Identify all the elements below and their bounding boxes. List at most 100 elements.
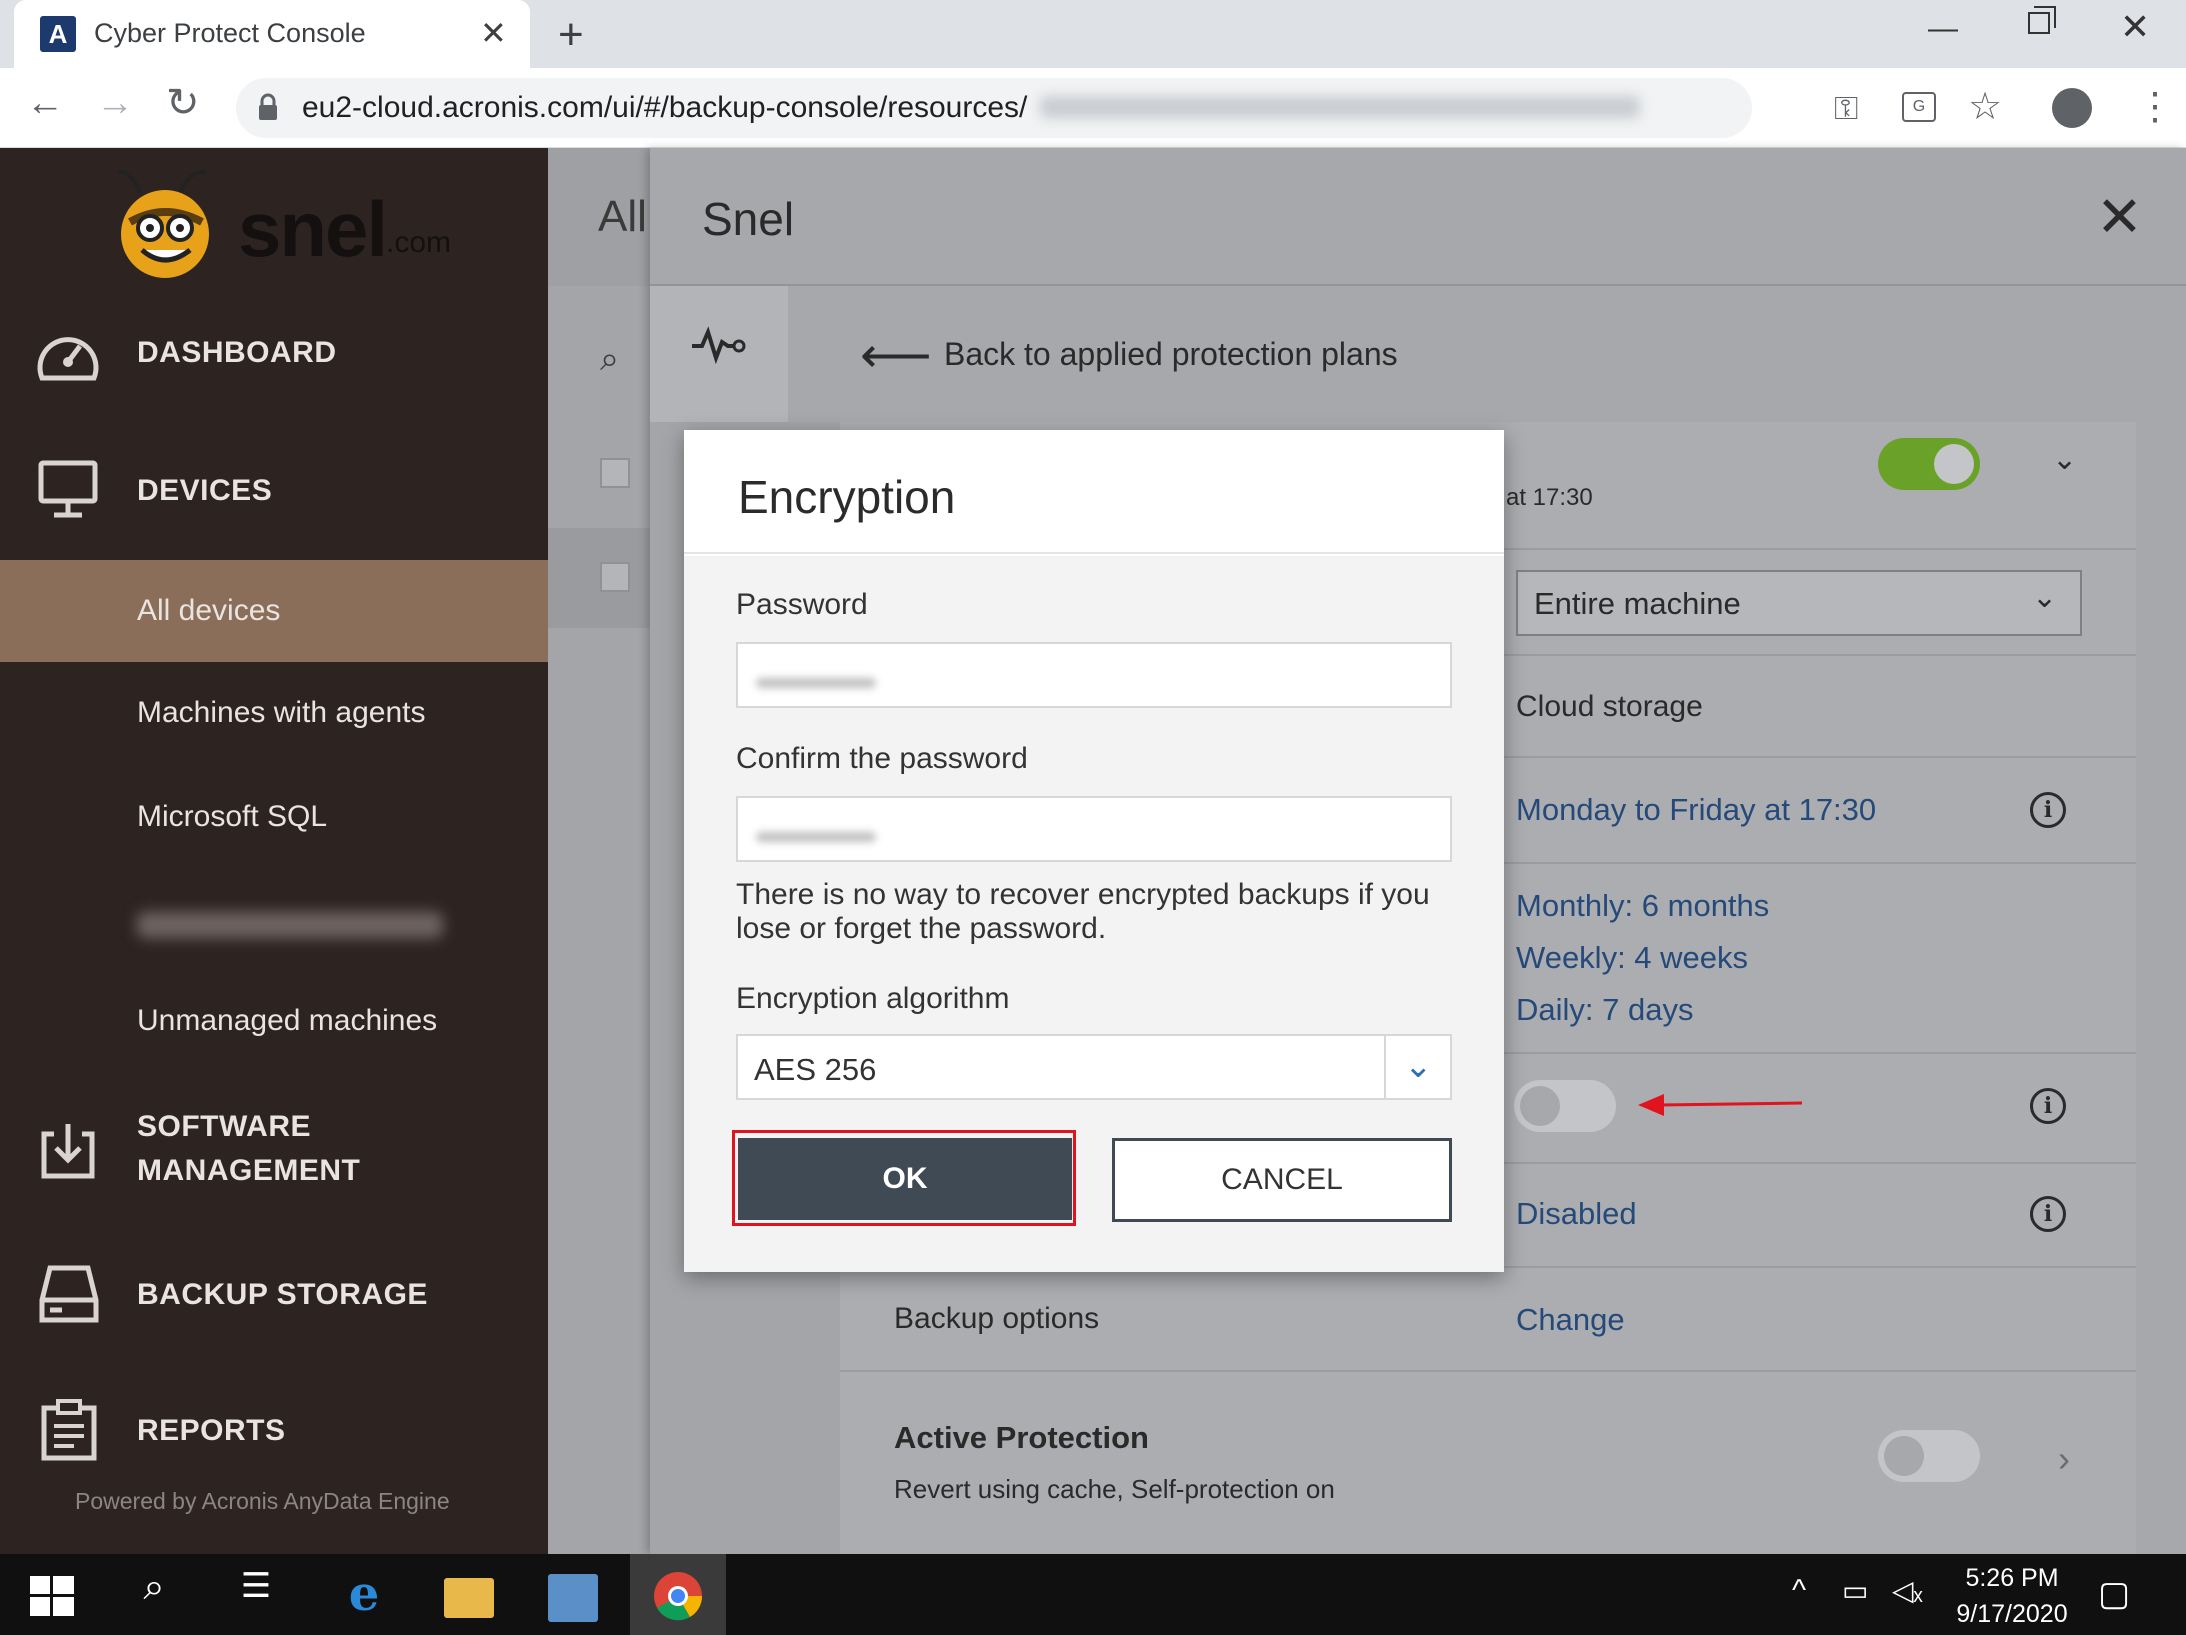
acronis-favicon-icon: A xyxy=(40,16,76,52)
file-explorer-icon[interactable] xyxy=(444,1578,494,1618)
device-list xyxy=(548,286,650,1554)
schedule-link[interactable]: Monday to Friday at 17:30 xyxy=(1516,792,1876,828)
sidebar-item-label: BACKUP STORAGE xyxy=(137,1278,428,1311)
backup-options-change-link[interactable]: Change xyxy=(1516,1302,1625,1338)
translate-icon[interactable]: G xyxy=(1902,92,1936,122)
chevron-down-icon[interactable]: ⌄ xyxy=(1404,1046,1433,1086)
clock-time[interactable]: 5:26 PM xyxy=(1962,1564,2062,1593)
info-icon[interactable]: i xyxy=(2030,792,2066,828)
sidebar-item-label: DEVICES xyxy=(137,474,273,507)
active-protection-description: Revert using cache, Self-protection on xyxy=(894,1474,1335,1504)
sidebar-item-unmanaged-machines[interactable]: Unmanaged machines xyxy=(137,1004,437,1038)
download-icon xyxy=(41,1124,95,1179)
row-checkbox[interactable] xyxy=(600,562,630,592)
tab-title: Cyber Protect Console xyxy=(94,18,366,48)
panel-title: Snel xyxy=(702,193,795,245)
plan-enabled-toggle[interactable] xyxy=(1878,438,1980,490)
password-masked-value xyxy=(756,832,876,842)
sidebar-item-machines-with-agents[interactable]: Machines with agents xyxy=(137,696,426,730)
windows-start-icon[interactable] xyxy=(30,1576,74,1616)
activity-pulse-icon xyxy=(692,326,746,364)
what-to-backup-value: Entire machine xyxy=(1534,586,1741,621)
retention-weekly-link[interactable]: Weekly: 4 weeks xyxy=(1516,940,1748,976)
cancel-button[interactable]: CANCEL xyxy=(1112,1138,1452,1222)
profile-avatar-icon[interactable] xyxy=(2052,88,2092,128)
lock-icon xyxy=(259,93,277,120)
table-row[interactable] xyxy=(548,528,650,628)
bee-logo-icon xyxy=(117,169,209,278)
password-warning-text: There is no way to recover encrypted bac… xyxy=(736,878,1430,945)
reload-icon[interactable]: ↻ xyxy=(166,80,200,126)
sidebar-item-redacted[interactable] xyxy=(137,912,443,938)
monitor-icon xyxy=(38,460,98,518)
password-field[interactable] xyxy=(736,642,1452,708)
toggle-knob xyxy=(1934,444,1974,484)
url-text[interactable]: eu2-cloud.acronis.com/ui/#/backup-consol… xyxy=(302,91,1027,125)
notifications-icon[interactable]: ▢ xyxy=(2098,1574,2130,1614)
info-icon[interactable]: i xyxy=(2030,1196,2066,1232)
clock-date[interactable]: 9/17/2020 xyxy=(1944,1600,2080,1629)
algorithm-value: AES 256 xyxy=(754,1052,877,1087)
back-arrow-icon[interactable]: ⟵ xyxy=(860,326,932,384)
server-manager-icon[interactable] xyxy=(548,1574,598,1622)
minimize-icon[interactable]: — xyxy=(1928,12,1958,46)
network-icon[interactable]: ▭ xyxy=(1842,1574,1868,1607)
algorithm-label: Encryption algorithm xyxy=(736,982,1010,1015)
search-icon[interactable]: ⌕ xyxy=(132,1566,176,1624)
drive-icon xyxy=(39,1265,99,1323)
password-masked-value xyxy=(756,678,876,688)
info-icon[interactable]: i xyxy=(2030,1088,2066,1124)
back-to-plans-link[interactable]: Back to applied protection plans xyxy=(944,336,1398,373)
active-protection-toggle[interactable] xyxy=(1878,1430,1980,1482)
speedometer-icon xyxy=(37,337,99,381)
chevron-down-icon[interactable]: ⌄ xyxy=(2052,442,2077,477)
report-icon xyxy=(41,1399,97,1461)
sidebar-item-label-line2: MANAGEMENT xyxy=(137,1154,361,1187)
annotation-arrow xyxy=(1638,1094,1803,1116)
active-protection-title: Active Protection xyxy=(894,1420,1149,1455)
where-to-backup-value[interactable]: Cloud storage xyxy=(1516,690,1703,724)
show-hidden-icons-icon[interactable]: ^ xyxy=(1792,1574,1806,1608)
url-redacted xyxy=(1040,96,1640,118)
divider xyxy=(840,1370,2136,1372)
confirm-password-field[interactable] xyxy=(736,796,1452,862)
password-label: Password xyxy=(736,588,868,621)
chevron-down-icon: ⌄ xyxy=(2032,581,2058,614)
sidebar-item-label: All devices xyxy=(137,594,281,627)
toggle-knob xyxy=(1520,1086,1560,1126)
divider xyxy=(1384,1036,1386,1098)
sidebar-item-label: SOFTWARE xyxy=(137,1110,311,1143)
chrome-icon[interactable] xyxy=(652,1570,704,1622)
new-tab-icon[interactable]: + xyxy=(558,10,584,60)
sidebar-item-microsoft-sql[interactable]: Microsoft SQL xyxy=(137,800,327,834)
confirm-password-label: Confirm the password xyxy=(736,742,1028,775)
encryption-toggle[interactable] xyxy=(1514,1080,1616,1132)
retention-daily-link[interactable]: Daily: 7 days xyxy=(1516,992,1693,1028)
divider xyxy=(650,284,2186,286)
chevron-right-icon[interactable]: › xyxy=(2058,1438,2070,1480)
back-arrow-icon[interactable]: ← xyxy=(26,82,64,125)
powered-by-text: Powered by Acronis AnyData Engine xyxy=(75,1488,450,1514)
toggle-knob xyxy=(1884,1436,1924,1476)
sidebar-item-label: REPORTS xyxy=(137,1414,286,1447)
close-icon[interactable]: ✕ xyxy=(2096,184,2143,250)
sidebar-item-label: DASHBOARD xyxy=(137,336,337,369)
retention-monthly-link[interactable]: Monthly: 6 months xyxy=(1516,888,1769,924)
disabled-link[interactable]: Disabled xyxy=(1516,1196,1637,1232)
ok-button[interactable]: OK xyxy=(738,1138,1072,1220)
row-checkbox[interactable] xyxy=(600,458,630,488)
restore-icon[interactable] xyxy=(2028,12,2050,34)
page-title: All xyxy=(598,192,647,241)
search-icon[interactable]: ⌕ xyxy=(600,340,619,379)
task-view-icon[interactable]: ☰ xyxy=(234,1566,278,1624)
close-tab-icon[interactable]: ✕ xyxy=(480,14,507,52)
forward-arrow-icon[interactable]: → xyxy=(96,82,134,125)
more-menu-icon[interactable]: ⋮ xyxy=(2136,84,2174,129)
bookmark-star-icon[interactable]: ☆ xyxy=(1968,84,2002,129)
window-close-icon[interactable]: ✕ xyxy=(2120,6,2150,48)
volume-muted-icon[interactable]: ◁ₓ xyxy=(1892,1574,1923,1607)
key-icon[interactable]: ⚿ xyxy=(1834,90,1858,128)
internet-explorer-icon[interactable]: e xyxy=(336,1566,392,1624)
logo-text: snel xyxy=(238,185,388,273)
logo-suffix: .com xyxy=(386,226,452,259)
